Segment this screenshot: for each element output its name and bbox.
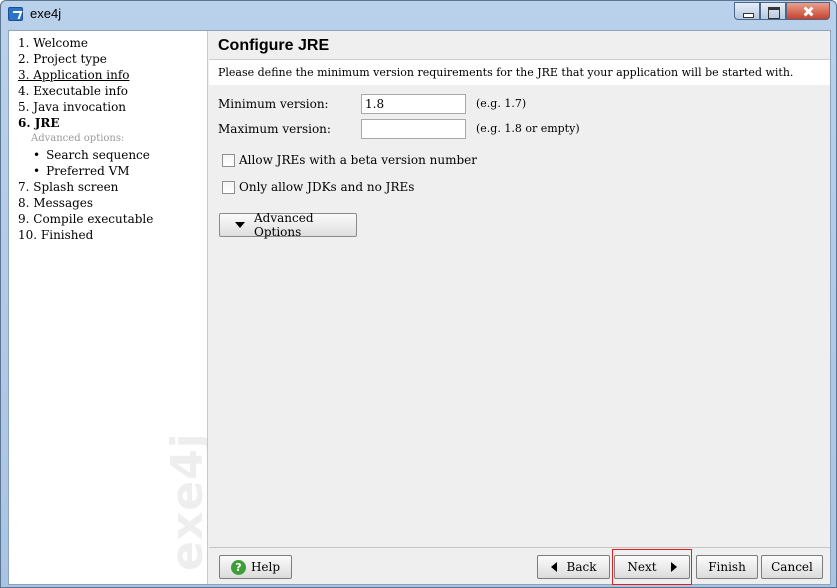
advanced-options-button-label: Advanced Options bbox=[254, 211, 314, 239]
window-title: exe4j bbox=[30, 6, 62, 21]
min-version-hint: (e.g. 1.7) bbox=[476, 97, 527, 110]
help-icon: ? bbox=[230, 559, 246, 575]
help-button[interactable]: ? Help bbox=[219, 555, 292, 579]
exe4j-app-icon bbox=[8, 7, 23, 21]
step-search-sequence[interactable]: Search sequence bbox=[33, 148, 150, 162]
back-button[interactable]: Back bbox=[537, 555, 610, 579]
step-jre[interactable]: 6. JRE bbox=[18, 116, 60, 130]
step-compile-executable[interactable]: 9. Compile executable bbox=[18, 212, 153, 226]
footer-divider bbox=[209, 547, 830, 548]
beta-jre-checkbox-row[interactable]: Allow JREs with a beta version number bbox=[222, 153, 477, 167]
step-messages[interactable]: 8. Messages bbox=[18, 196, 93, 210]
triangle-down-icon bbox=[235, 222, 245, 228]
wizard-steps-panel: 1. Welcome 2. Project type 3. Applicatio… bbox=[9, 31, 208, 584]
step-java-invocation[interactable]: 5. Java invocation bbox=[18, 100, 126, 114]
next-button-highlight bbox=[612, 549, 692, 585]
advanced-options-button[interactable]: Advanced Options bbox=[219, 211, 357, 239]
exe4j-watermark-logo: exe4j bbox=[162, 432, 208, 571]
triangle-left-icon bbox=[550, 562, 557, 572]
step-preferred-vm[interactable]: Preferred VM bbox=[33, 164, 130, 178]
max-version-label: Maximum version: bbox=[218, 122, 331, 136]
beta-jre-checkbox-label: Allow JREs with a beta version number bbox=[239, 153, 477, 167]
minimize-button[interactable] bbox=[734, 2, 760, 20]
step-splash-screen[interactable]: 7. Splash screen bbox=[18, 180, 118, 194]
title-bar[interactable]: exe4j bbox=[1, 1, 836, 29]
max-version-input[interactable] bbox=[361, 119, 466, 139]
close-button[interactable] bbox=[786, 2, 830, 20]
main-panel: Configure JRE Please define the minimum … bbox=[209, 31, 830, 585]
finish-button-label: Finish bbox=[708, 560, 746, 574]
step-search-sequence-label: Search sequence bbox=[46, 148, 150, 162]
window-controls bbox=[734, 2, 830, 20]
jdk-only-checkbox-label: Only allow JDKs and no JREs bbox=[239, 180, 415, 194]
maximize-button[interactable] bbox=[760, 2, 786, 20]
step-welcome[interactable]: 1. Welcome bbox=[18, 36, 88, 50]
finish-button[interactable]: Finish bbox=[696, 555, 758, 579]
beta-jre-checkbox[interactable] bbox=[222, 153, 235, 167]
cancel-button-label: Cancel bbox=[771, 560, 813, 574]
step-finished[interactable]: 10. Finished bbox=[18, 228, 93, 242]
max-version-hint: (e.g. 1.8 or empty) bbox=[476, 122, 580, 135]
step-application-info[interactable]: 3. Application info bbox=[18, 68, 130, 82]
jdk-only-checkbox-row[interactable]: Only allow JDKs and no JREs bbox=[222, 180, 414, 194]
client-area: 1. Welcome 2. Project type 3. Applicatio… bbox=[8, 30, 831, 585]
advanced-options-label: Advanced options: bbox=[31, 133, 125, 144]
jdk-only-checkbox[interactable] bbox=[222, 180, 235, 194]
min-version-input[interactable] bbox=[361, 94, 466, 114]
step-executable-info[interactable]: 4. Executable info bbox=[18, 84, 128, 98]
step-project-type[interactable]: 2. Project type bbox=[18, 52, 107, 66]
cancel-button[interactable]: Cancel bbox=[761, 555, 823, 579]
app-window: exe4j 1. Welcome 2. Project type 3. Appl… bbox=[0, 0, 837, 588]
step-preferred-vm-label: Preferred VM bbox=[46, 164, 130, 178]
help-button-label: Help bbox=[250, 560, 281, 574]
page-title: Configure JRE bbox=[218, 37, 330, 54]
page-description: Please define the minimum version requir… bbox=[218, 66, 794, 79]
back-button-label: Back bbox=[566, 560, 597, 574]
min-version-label: Minimum version: bbox=[218, 97, 329, 111]
